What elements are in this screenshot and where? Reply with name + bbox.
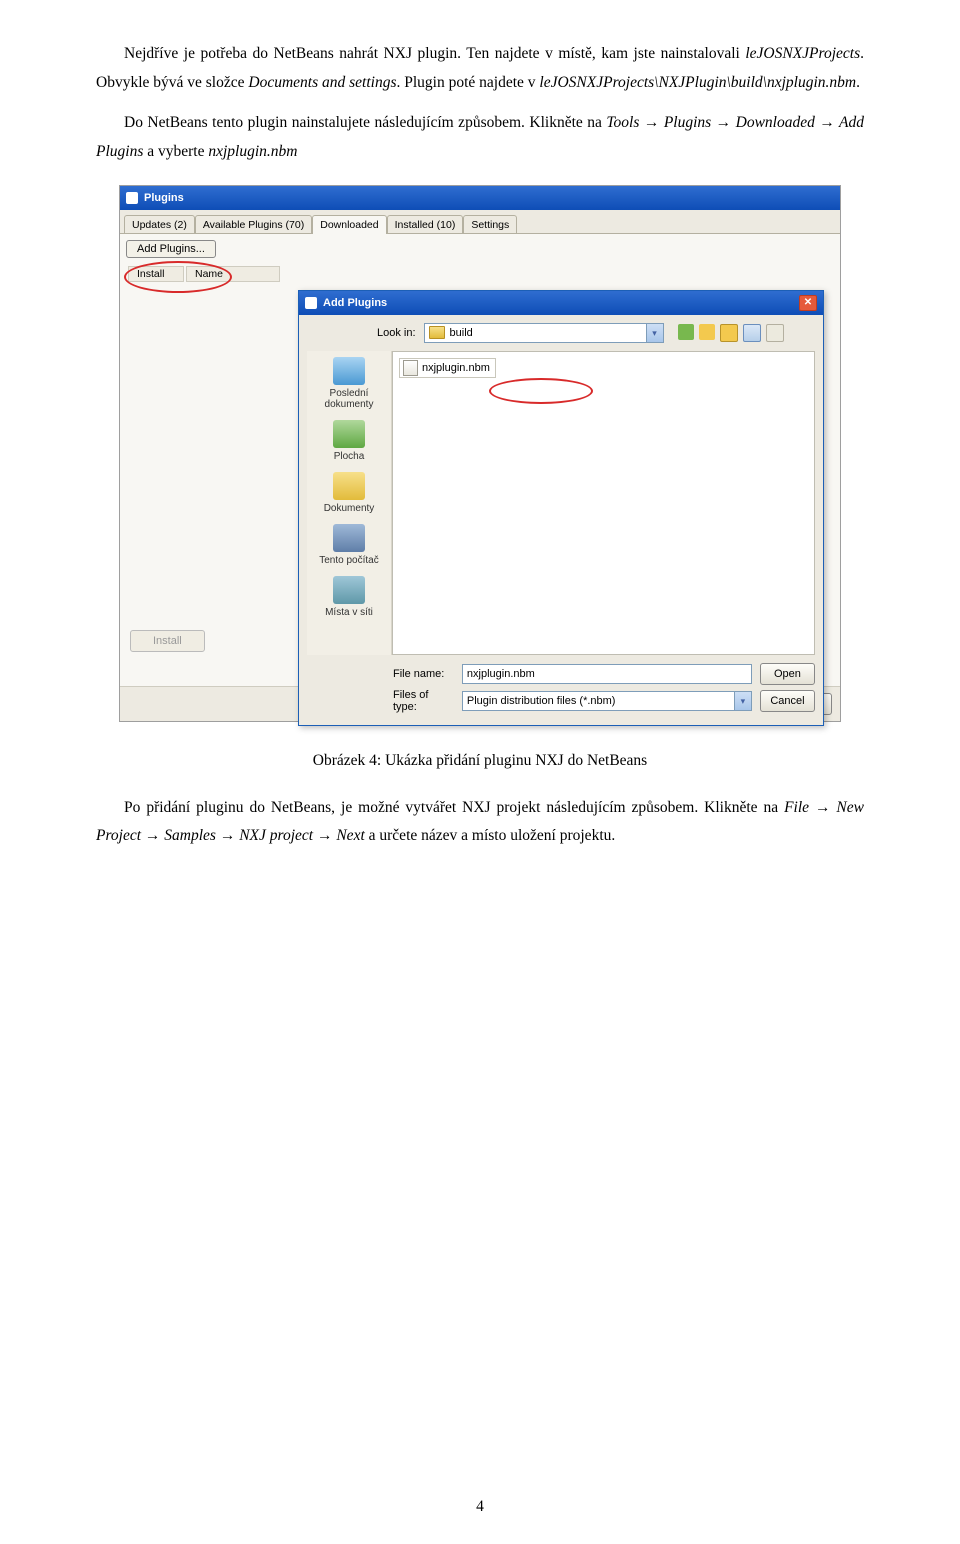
add-plugins-dialog: Add Plugins ✕ Look in: build ▾ <box>298 290 824 726</box>
plugins-list-header: Install Name <box>128 266 834 282</box>
place-desktop[interactable]: Plocha <box>307 420 391 462</box>
window-icon <box>126 192 138 204</box>
tab-available[interactable]: Available Plugins (70) <box>195 215 312 234</box>
close-icon[interactable]: ✕ <box>799 295 817 311</box>
add-plugins-button[interactable]: Add Plugins... <box>126 240 216 258</box>
filechooser-toolbar <box>678 324 784 342</box>
chevron-down-icon[interactable]: ▾ <box>646 324 663 342</box>
lookin-row: Look in: build ▾ <box>307 323 815 343</box>
lookin-label: Look in: <box>377 327 416 339</box>
filechooser-bottom: File name: nxjplugin.nbm Open Files of t… <box>307 655 815 713</box>
p1-italic-1: leJOSNXJProjects <box>745 45 860 62</box>
place-computer-label: Tento počítač <box>319 555 378 566</box>
figure-caption: Obrázek 4: Ukázka přidání pluginu NXJ do… <box>96 752 864 770</box>
file-nxjplugin-label: nxjplugin.nbm <box>422 362 490 374</box>
add-plugins-body: Look in: build ▾ <box>299 315 823 725</box>
install-button[interactable]: Install <box>130 630 205 652</box>
desktop-icon <box>333 420 365 448</box>
paragraph-1: Nejdříve je potřeba do NetBeans nahrát N… <box>96 40 864 97</box>
p2-italic-2: nxjplugin.nbm <box>208 143 297 160</box>
place-desktop-label: Plocha <box>334 451 365 462</box>
network-icon <box>333 576 365 604</box>
filename-row: File name: nxjplugin.nbm Open <box>393 663 815 685</box>
filetype-row: Files of type: Plugin distribution files… <box>393 689 815 713</box>
p1-italic-2: Documents and settings <box>248 74 396 91</box>
computer-icon <box>333 524 365 552</box>
lookin-combo[interactable]: build ▾ <box>424 323 664 343</box>
p1-text-a: Nejdříve je potřeba do NetBeans nahrát N… <box>124 45 745 62</box>
p1-text-c: . Plugin poté najdete v <box>396 74 539 91</box>
place-documents-label: Dokumenty <box>324 503 375 514</box>
dialog-icon <box>305 297 317 309</box>
p1-italic-3: leJOSNXJProjects\NXJPlugin\build\nxjplug… <box>539 74 856 91</box>
paragraph-2: Do NetBeans tento plugin nainstalujete n… <box>96 109 864 166</box>
tab-installed[interactable]: Installed (10) <box>387 215 464 234</box>
place-recent-label: Poslední dokumenty <box>325 388 374 410</box>
up-folder-icon[interactable] <box>699 324 715 340</box>
open-button[interactable]: Open <box>760 663 815 685</box>
page-number: 4 <box>0 1498 960 1516</box>
filetype-combo[interactable]: Plugin distribution files (*.nbm) ▾ <box>462 691 752 711</box>
filename-label: File name: <box>393 668 454 680</box>
plugins-tabs: Updates (2) Available Plugins (70) Downl… <box>120 210 840 233</box>
file-icon <box>403 360 418 376</box>
p2-text-b: a vyberte <box>143 143 208 160</box>
tab-content: Add Plugins... Install Name Add Plugins … <box>120 233 840 686</box>
view-menu-icon[interactable] <box>743 324 761 342</box>
p3-text-a: Po přidání pluginu do NetBeans, je možné… <box>124 799 784 816</box>
place-network-label: Místa v síti <box>325 607 373 618</box>
places-bar: Poslední dokumenty Plocha Dokumenty <box>307 351 392 655</box>
tab-downloaded[interactable]: Downloaded <box>312 215 386 234</box>
folder-icon <box>429 326 445 339</box>
tab-settings[interactable]: Settings <box>463 215 517 234</box>
file-nxjplugin[interactable]: nxjplugin.nbm <box>399 358 496 378</box>
filetype-label: Files of type: <box>393 689 454 713</box>
back-icon[interactable] <box>678 324 694 340</box>
documents-icon <box>333 472 365 500</box>
plugins-titlebar[interactable]: Plugins <box>120 186 840 210</box>
annotation-ellipse-2 <box>489 378 593 404</box>
paragraph-3: Po přidání pluginu do NetBeans, je možné… <box>96 794 864 851</box>
place-computer[interactable]: Tento počítač <box>307 524 391 566</box>
col-install[interactable]: Install <box>128 266 184 282</box>
files-pane[interactable]: nxjplugin.nbm <box>392 351 815 655</box>
file-area: Poslední dokumenty Plocha Dokumenty <box>307 351 815 655</box>
add-plugins-titlebar[interactable]: Add Plugins ✕ <box>299 291 823 315</box>
figure-4: Plugins Updates (2) Available Plugins (7… <box>96 185 864 722</box>
filetype-value: Plugin distribution files (*.nbm) <box>467 695 616 707</box>
p3-text-b: a určete název a místo uložení projektu. <box>365 827 615 844</box>
plugins-window: Plugins Updates (2) Available Plugins (7… <box>119 185 841 722</box>
view-dropdown-icon[interactable] <box>766 324 784 342</box>
new-folder-icon[interactable] <box>720 324 738 342</box>
add-plugins-title-text: Add Plugins <box>323 297 387 309</box>
tab-updates[interactable]: Updates (2) <box>124 215 195 234</box>
p2-text-a: Do NetBeans tento plugin nainstalujete n… <box>124 114 606 131</box>
place-network[interactable]: Místa v síti <box>307 576 391 618</box>
chevron-down-icon[interactable]: ▾ <box>734 692 751 710</box>
cancel-button[interactable]: Cancel <box>760 690 815 712</box>
p1-text-d: . <box>856 74 860 91</box>
lookin-value: build <box>450 327 473 339</box>
filename-field[interactable]: nxjplugin.nbm <box>462 664 752 684</box>
recent-docs-icon <box>333 357 365 385</box>
plugins-title-text: Plugins <box>144 192 184 204</box>
place-documents[interactable]: Dokumenty <box>307 472 391 514</box>
place-recent[interactable]: Poslední dokumenty <box>307 357 391 410</box>
col-name[interactable]: Name <box>186 266 280 282</box>
